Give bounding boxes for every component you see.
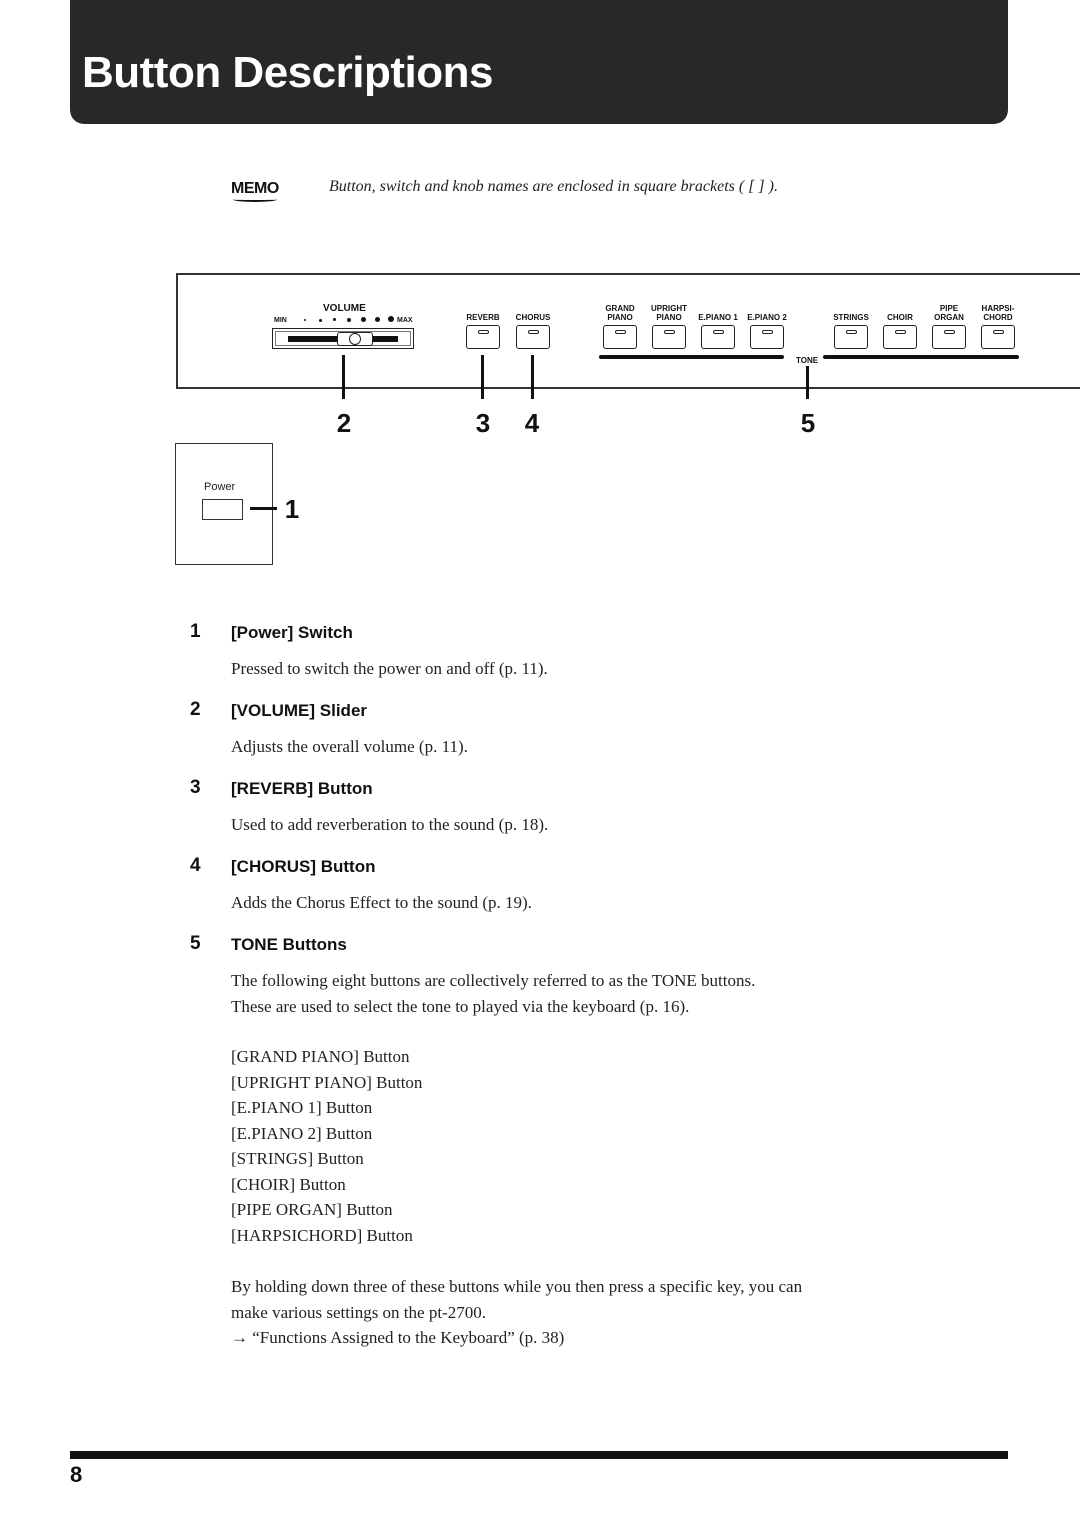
item-text-tone-line: The following eight buttons are collecti… — [231, 971, 756, 990]
led-indicator — [615, 330, 626, 334]
item-heading-power: [Power] Switch — [231, 623, 353, 642]
tone-button-list-item: [E.PIANO 2] Button — [231, 1123, 373, 1143]
reverb-button[interactable] — [466, 325, 500, 349]
reverb-label: REVERB — [466, 313, 500, 322]
tone-button-list-item: [PIPE ORGAN] Button — [231, 1200, 393, 1219]
item-text-reverb: Used to add reverberation to the sound (… — [231, 815, 549, 834]
led-indicator — [993, 330, 1004, 334]
power-label: Power — [204, 481, 236, 493]
power-panel-diagram: Power — [175, 443, 273, 565]
tone-button-label: CHOIR — [887, 313, 913, 322]
tone-group-label: TONE — [796, 356, 819, 365]
tone-button-label-line1: PIPE — [939, 304, 959, 313]
cross-reference-link[interactable]: → “Functions Assigned to the Keyboard” (… — [231, 1325, 564, 1351]
volume-slider[interactable] — [272, 328, 414, 349]
tone-note-line: By holding down three of these buttons w… — [231, 1277, 803, 1296]
tone-button-label-line1: GRAND — [605, 304, 635, 313]
led-indicator — [944, 330, 955, 334]
item-heading-volume: [VOLUME] Slider — [231, 701, 368, 720]
volume-label: VOLUME — [323, 303, 366, 314]
power-switch[interactable] — [202, 499, 243, 520]
tone-button-label: STRINGS — [833, 313, 869, 322]
item-text-tone-line: These are used to select the tone to pla… — [231, 996, 690, 1016]
tone-button-label: CHORD — [983, 313, 1013, 322]
volume-min-label: MIN — [274, 317, 287, 324]
tone-button-list-item: [HARPSICHORD] Button — [231, 1225, 413, 1245]
volume-scale-dot — [333, 318, 336, 321]
tone-button[interactable] — [603, 325, 637, 349]
page-number: 8 — [70, 1462, 83, 1487]
callout-line-volume — [342, 355, 345, 399]
item-number: 1 — [190, 621, 201, 642]
item-number: 5 — [190, 933, 201, 954]
title-banner: Button Descriptions — [70, 0, 1008, 124]
led-indicator — [762, 330, 773, 334]
callout-line-chorus — [531, 355, 534, 399]
item-number: 4 — [190, 855, 201, 876]
footer-rule — [70, 1451, 1008, 1459]
tone-group-bar — [823, 355, 1019, 359]
callout-number-2: 2 — [336, 408, 352, 438]
callout-line-power — [250, 507, 277, 510]
tone-button-list-item: [UPRIGHT PIANO] Button — [231, 1072, 423, 1092]
callout-number-3: 3 — [475, 408, 491, 438]
item-number: 2 — [190, 699, 201, 720]
chorus-label: CHORUS — [515, 313, 551, 322]
item-number: 3 — [190, 777, 201, 798]
volume-scale-dot — [319, 319, 322, 322]
item-text-volume: Adjusts the overall volume (p. 11). — [231, 737, 468, 756]
volume-slider-knob[interactable] — [337, 332, 373, 346]
item-heading-tone: TONE Buttons — [231, 935, 347, 954]
tone-button[interactable] — [834, 325, 868, 349]
tone-button[interactable] — [701, 325, 735, 349]
chorus-button[interactable] — [516, 325, 550, 349]
tone-button[interactable] — [883, 325, 917, 349]
tone-button-label: PIANO — [656, 313, 682, 322]
led-indicator — [713, 330, 724, 334]
tone-button[interactable] — [652, 325, 686, 349]
callout-line-reverb — [481, 355, 484, 399]
item-heading-reverb: [REVERB] Button — [231, 779, 373, 798]
tone-button-list-item: [E.PIANO 1] Button — [231, 1098, 373, 1117]
volume-scale-dot — [347, 318, 351, 322]
tone-button-label: PIANO — [607, 313, 633, 322]
tone-button-label: ORGAN — [934, 313, 964, 322]
tone-button-label: E.PIANO 2 — [747, 313, 787, 322]
memo-note: MEMO Button, switch and knob names are e… — [231, 176, 778, 206]
volume-scale-dot — [361, 317, 366, 322]
led-indicator — [478, 330, 489, 334]
tone-button-list-item: [GRAND PIANO] Button — [231, 1047, 410, 1066]
item-text-chorus: Adds the Chorus Effect to the sound (p. … — [231, 893, 532, 912]
tone-button-label-line1: UPRIGHT — [651, 304, 687, 313]
page-title: Button Descriptions — [82, 48, 493, 97]
control-panel-diagram: VOLUME MIN MAX REVERB CHORUS GRAND PIANO U… — [176, 273, 1080, 389]
volume-scale-dot — [388, 316, 394, 322]
callout-number-1: 1 — [284, 494, 300, 524]
led-indicator — [664, 330, 675, 334]
callout-line-tone — [806, 366, 809, 399]
callout-number-4: 4 — [524, 408, 540, 438]
tone-group-bar — [599, 355, 784, 359]
volume-scale-dot — [304, 319, 306, 321]
led-indicator — [895, 330, 906, 334]
tone-button[interactable] — [750, 325, 784, 349]
tone-button-list-item: [STRINGS] Button — [231, 1149, 364, 1168]
volume-max-label: MAX — [397, 317, 413, 324]
tone-button-label: E.PIANO 1 — [698, 313, 738, 322]
memo-text: Button, switch and knob names are enclos… — [329, 178, 778, 195]
item-heading-chorus: [CHORUS] Button — [231, 857, 376, 876]
item-text-power: Pressed to switch the power on and off (… — [231, 659, 548, 678]
tone-button-label-line1: HARPSI- — [981, 304, 1015, 313]
tone-note-line: make various settings on the pt-2700. — [231, 1302, 486, 1322]
led-indicator — [846, 330, 857, 334]
led-indicator — [528, 330, 539, 334]
tone-button-list-item: [CHOIR] Button — [231, 1174, 346, 1194]
tone-button[interactable] — [932, 325, 966, 349]
memo-icon: MEMO — [231, 180, 279, 202]
tone-button[interactable] — [981, 325, 1015, 349]
volume-scale-dot — [375, 317, 380, 322]
callout-number-5: 5 — [800, 408, 816, 438]
